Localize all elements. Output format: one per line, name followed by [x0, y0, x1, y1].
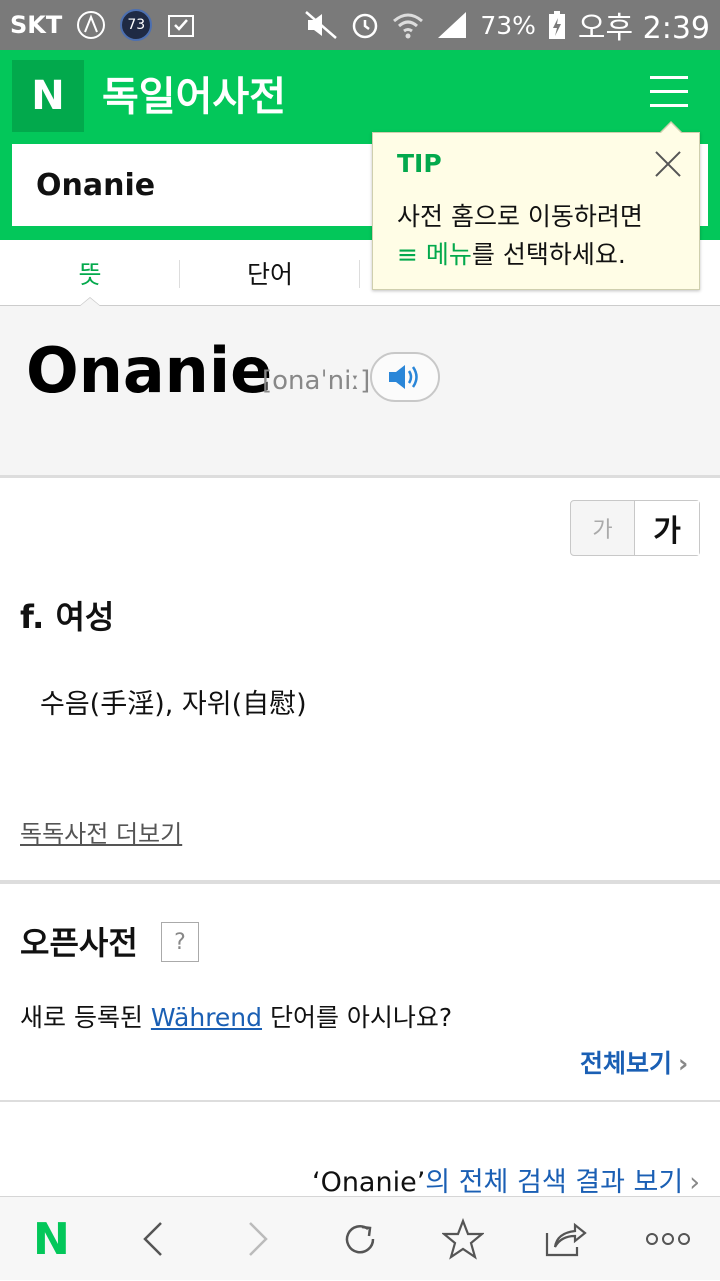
help-icon[interactable]: ? — [161, 922, 199, 962]
tip-text: 사전 홈으로 이동하려면 — [397, 202, 643, 231]
full-result-word: ‘Onanie’ — [311, 1167, 426, 1198]
signal-icon — [436, 10, 468, 40]
battery-charging-icon — [548, 10, 566, 40]
tip-popover: TIP 사전 홈으로 이동하려면 ≡ 메뉴를 선택하세요. — [372, 121, 700, 290]
full-search-result-link[interactable]: ‘Onanie’의 전체 검색 결과 보기 › — [312, 1160, 700, 1199]
tip-title: TIP — [397, 149, 442, 178]
page-title[interactable]: 독일어사전 — [102, 64, 286, 122]
refresh-icon — [345, 1225, 375, 1254]
tab-meaning[interactable]: 뜻 — [0, 240, 180, 307]
search-value: Onanie — [36, 168, 156, 203]
notification-count-badge: 73 — [120, 9, 153, 41]
section-divider — [0, 1100, 720, 1102]
mute-icon — [304, 10, 338, 40]
more-options-button[interactable] — [617, 1197, 720, 1281]
close-icon[interactable] — [653, 149, 683, 179]
meaning-text: 수음(手淫), 자위(自慰) — [40, 689, 307, 720]
part-of-speech: f. 여성 — [20, 598, 115, 636]
alarm-icon — [350, 10, 380, 40]
wifi-icon — [392, 11, 424, 39]
open-dict-prompt-after: 단어를 아시나요? — [262, 1003, 453, 1032]
naver-logo[interactable]: N — [12, 60, 84, 132]
tab-word[interactable]: 단어 — [180, 240, 360, 306]
clipboard-check-icon — [166, 10, 196, 40]
view-all-link[interactable]: 전체보기 › — [580, 1044, 688, 1080]
view-all-label: 전체보기 — [580, 1049, 673, 1078]
full-result-text: 의 전체 검색 결과 보기 — [425, 1167, 684, 1198]
section-divider — [0, 880, 720, 884]
pronunciation: [onaˈniː] — [262, 366, 371, 396]
star-icon — [441, 1218, 484, 1260]
tip-text-2-rest: 를 선택하세요. — [471, 240, 626, 269]
font-size-toggle: 가 가 — [570, 500, 700, 556]
battery-percent: 73% — [480, 10, 536, 40]
share-button[interactable] — [514, 1197, 617, 1281]
open-dict-word-link[interactable]: Während — [151, 1003, 262, 1032]
chevron-right-icon: › — [689, 1167, 700, 1198]
clock: 오후 2:39 — [577, 11, 710, 46]
chevron-left-icon — [143, 1222, 163, 1256]
refresh-button[interactable] — [308, 1197, 411, 1281]
chevron-right-icon: › — [678, 1049, 689, 1078]
play-pronunciation-button[interactable] — [370, 352, 440, 402]
share-icon — [546, 1222, 588, 1257]
app-notification-icon — [76, 10, 106, 40]
carrier-label: SKT — [10, 11, 63, 39]
more-dots-icon — [646, 1233, 691, 1245]
bookmark-button[interactable] — [411, 1197, 514, 1281]
tab-meaning-label: 뜻 — [78, 260, 102, 289]
forward-button[interactable] — [206, 1197, 309, 1281]
tab-divider — [359, 260, 360, 288]
headword-panel: Onanie [onaˈniː] — [0, 306, 720, 478]
tab-word-label: 단어 — [246, 260, 293, 289]
menu-icon[interactable] — [650, 76, 688, 110]
tip-text-2: ≡ 메뉴를 선택하세요. — [397, 235, 626, 271]
speaker-icon — [389, 365, 418, 389]
status-bar: SKT 73 73% 오후 2:39 — [0, 0, 720, 50]
back-button[interactable] — [103, 1197, 206, 1281]
more-dictionary-link[interactable]: 독독사전 더보기 — [20, 814, 182, 849]
open-dict-prompt-before: 새로 등록된 — [20, 1003, 151, 1032]
open-dict-title: 오픈사전 — [20, 924, 138, 962]
browser-toolbar: N — [0, 1196, 720, 1280]
naver-logo-icon: N — [32, 1213, 70, 1265]
font-size-small-button[interactable]: 가 — [571, 501, 635, 555]
headword: Onanie — [26, 334, 273, 407]
font-size-large-button[interactable]: 가 — [635, 501, 699, 555]
chevron-right-icon — [249, 1222, 268, 1256]
tip-menu-label: ≡ 메뉴 — [397, 240, 472, 269]
open-dict-prompt: 새로 등록된 Während 단어를 아시나요? — [20, 998, 452, 1034]
naver-home-button[interactable]: N — [0, 1197, 103, 1281]
